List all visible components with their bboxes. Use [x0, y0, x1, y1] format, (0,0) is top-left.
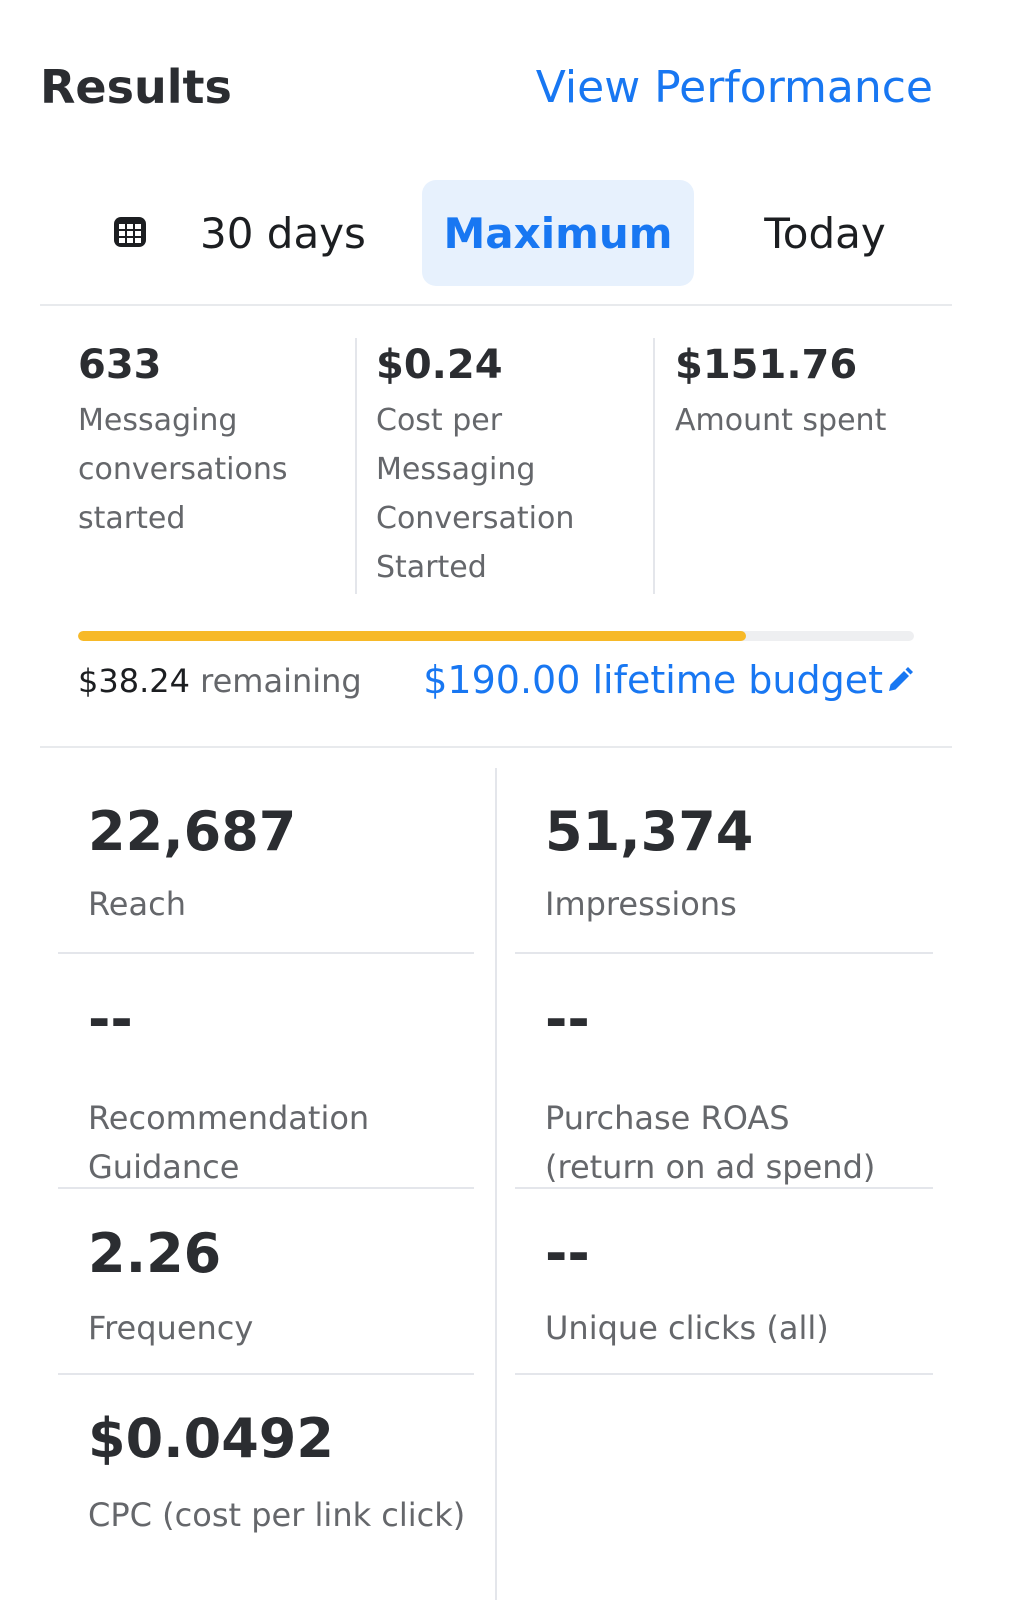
metric-impressions: 51,374 Impressions: [545, 796, 961, 929]
row-divider: [515, 952, 933, 954]
metric-reach: 22,687 Reach: [88, 796, 504, 929]
kpi-value: $0.24: [376, 342, 503, 388]
kpi-value: $151.76: [675, 342, 858, 388]
metric-unique-clicks: -- Unique clicks (all): [545, 1218, 961, 1353]
results-header: Results View Performance: [40, 52, 933, 122]
metric-label: Unique clicks (all): [545, 1309, 829, 1347]
row-divider: [515, 1187, 933, 1189]
row-divider: [58, 1187, 474, 1189]
row-divider: [58, 1373, 474, 1375]
metric-value: 2.26: [88, 1222, 222, 1285]
pencil-icon[interactable]: [885, 665, 915, 695]
kpi-separator: [355, 338, 357, 594]
remaining-suffix: remaining: [200, 662, 362, 700]
metric-recommendation-guidance: -- Recommendation Guidance: [88, 984, 504, 1192]
budget-progress-fill: [78, 631, 746, 641]
kpi-label: Amount spent: [675, 403, 887, 438]
date-range-selector: 30 days Maximum Today: [40, 180, 952, 286]
metric-value: --: [545, 1222, 590, 1285]
calendar-icon[interactable]: [112, 214, 148, 250]
metric-frequency: 2.26 Frequency: [88, 1218, 504, 1353]
metric-cpc: $0.0492 CPC (cost per link click): [88, 1403, 504, 1540]
kpi-amount-spent: $151.76 Amount spent: [675, 336, 935, 594]
metric-value: --: [88, 988, 133, 1051]
tab-maximum[interactable]: Maximum: [422, 180, 694, 286]
view-performance-link[interactable]: View Performance: [536, 62, 933, 113]
kpi-cost-per-conversation: $0.24 Cost per Messaging Conversation St…: [376, 336, 638, 594]
metric-label: Purchase ROAS (return on ad spend): [545, 1099, 876, 1186]
divider: [40, 304, 952, 306]
kpi-label: Messaging conversations started: [78, 403, 288, 536]
metric-label: Reach: [88, 885, 186, 923]
tab-30-days[interactable]: 30 days: [200, 180, 380, 286]
metric-value: 51,374: [545, 800, 754, 863]
metric-label: Frequency: [88, 1309, 254, 1347]
budget-remaining: $38.24 remaining: [78, 656, 362, 706]
metric-purchase-roas: -- Purchase ROAS (return on ad spend): [545, 984, 961, 1192]
kpi-label: Cost per Messaging Conversation Started: [376, 403, 575, 585]
lifetime-budget-edit[interactable]: $190.00 lifetime budget: [423, 653, 915, 707]
remaining-amount: $38.24: [78, 662, 190, 700]
page-title: Results: [40, 60, 232, 114]
metric-label: Recommendation Guidance: [88, 1099, 370, 1186]
metric-label: Impressions: [545, 885, 737, 923]
kpi-value: 633: [78, 342, 162, 388]
metric-value: --: [545, 988, 590, 1051]
row-divider: [58, 952, 474, 954]
lifetime-budget-label[interactable]: $190.00 lifetime budget: [423, 653, 883, 707]
metric-value: $0.0492: [88, 1407, 334, 1470]
divider: [40, 746, 952, 748]
row-divider: [515, 1373, 933, 1375]
metric-label: CPC (cost per link click): [88, 1496, 466, 1534]
metric-value: 22,687: [88, 800, 297, 863]
kpi-separator: [653, 338, 655, 594]
budget-progress-bar: [78, 631, 914, 641]
kpi-messaging-conversations: 633 Messaging conversations started: [78, 336, 338, 594]
tab-today[interactable]: Today: [740, 180, 910, 286]
